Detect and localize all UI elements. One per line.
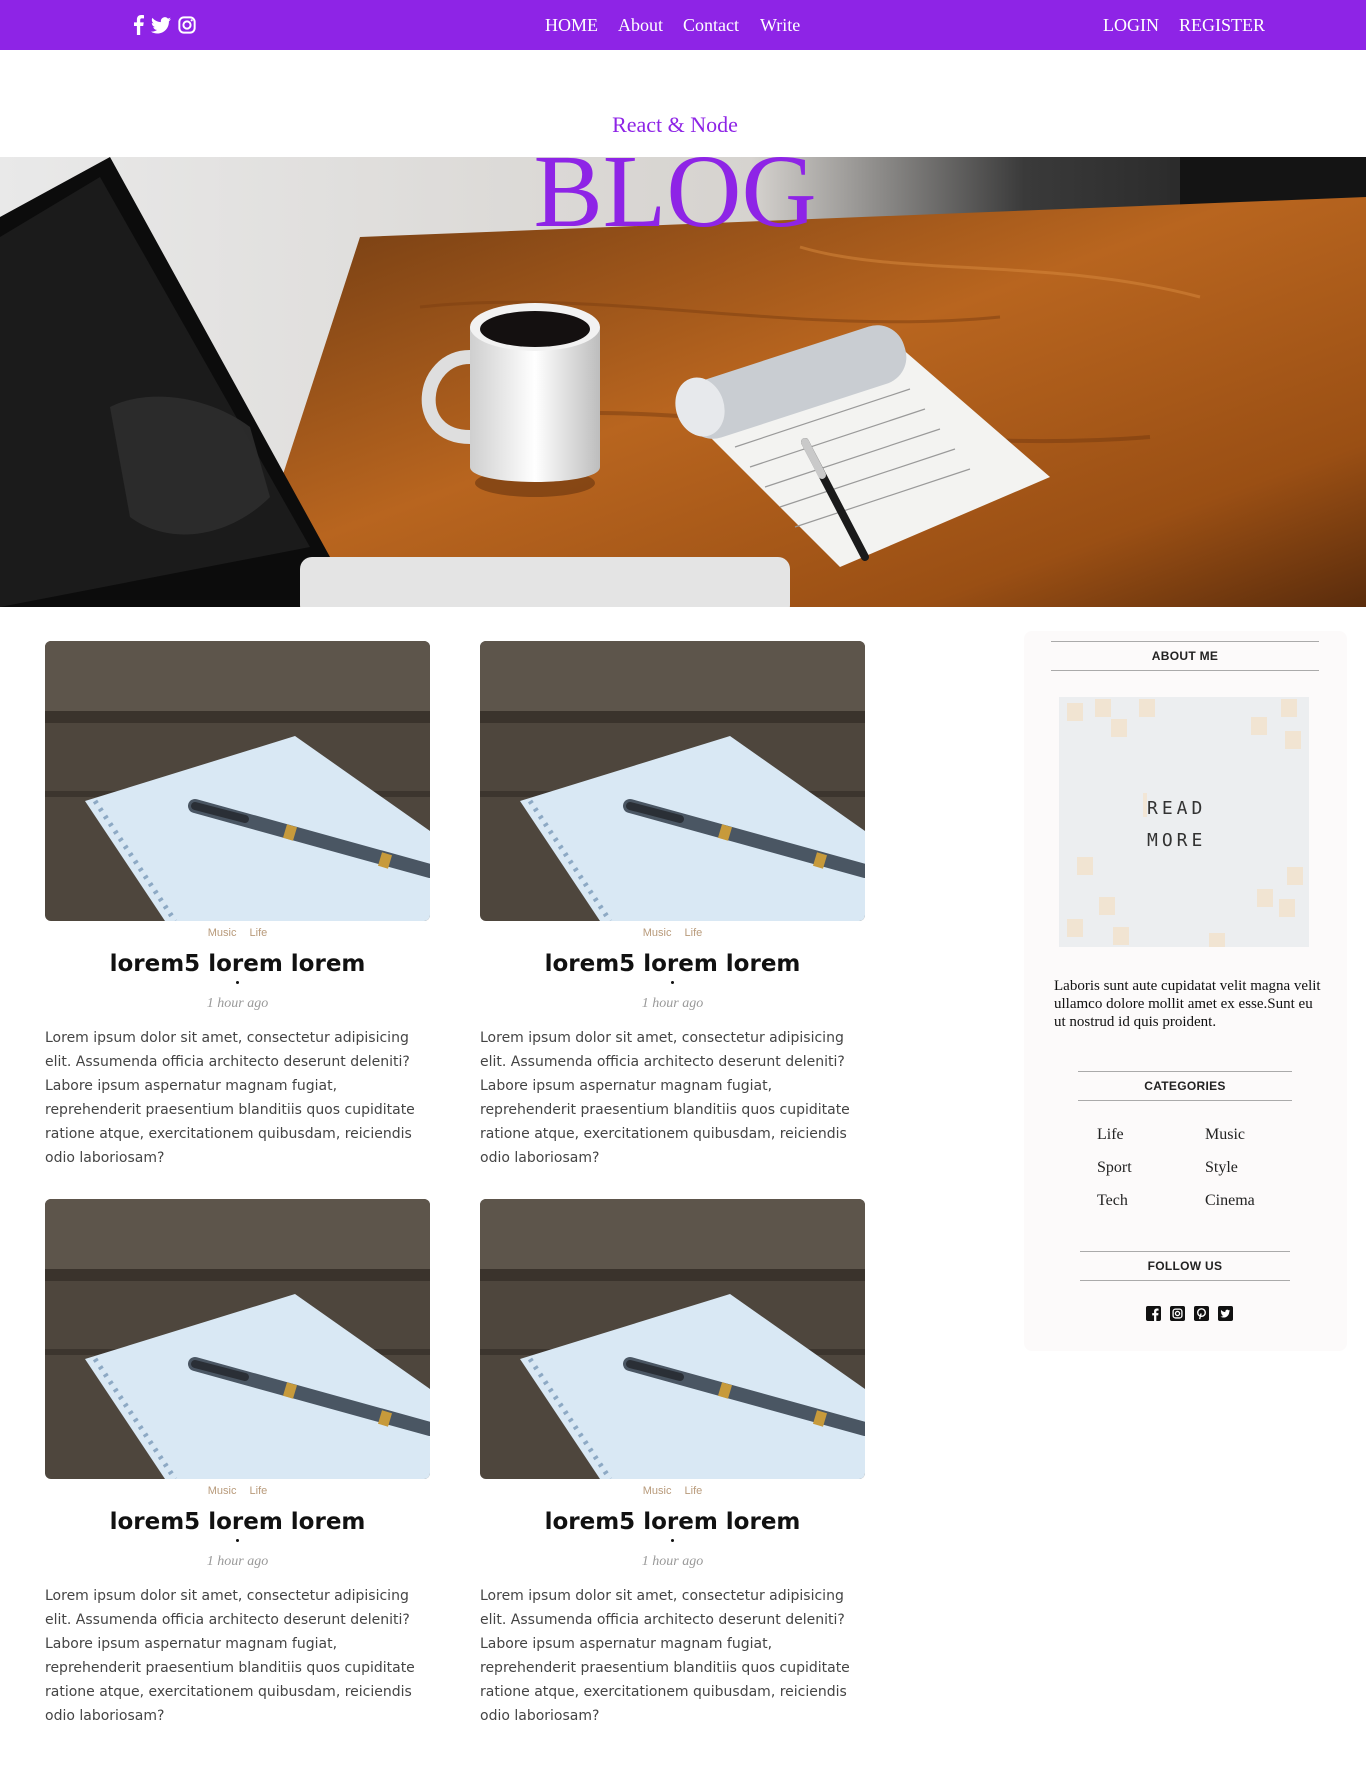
post-card[interactable]: Music Life lorem5 lorem lorem 1 hour ago… [480, 1199, 865, 1728]
post-image[interactable] [480, 1199, 865, 1479]
facebook-square-icon[interactable] [1146, 1306, 1161, 1321]
about-me-image: READ READ MORE [1059, 697, 1309, 947]
post-card[interactable]: Music Life lorem5 lorem lorem 1 hour ago… [45, 1199, 430, 1728]
category-tech[interactable]: Tech [1097, 1192, 1128, 1210]
post-category[interactable]: Life [685, 1485, 703, 1497]
post-title[interactable]: lorem5 lorem lorem [45, 949, 430, 979]
about-me-heading: ABOUT ME [1051, 641, 1319, 671]
register-link[interactable]: REGISTER [1179, 14, 1265, 36]
post-categories: Music Life [45, 927, 430, 941]
divider-dot [671, 981, 674, 984]
category-music[interactable]: Music [1205, 1126, 1245, 1144]
divider-dot [236, 981, 239, 984]
facebook-icon[interactable] [133, 15, 144, 35]
divider-dot [236, 1539, 239, 1542]
post-category[interactable]: Music [208, 927, 237, 939]
image-word-more: MORE [1147, 830, 1207, 851]
category-style[interactable]: Style [1205, 1159, 1238, 1177]
divider-dot [671, 1539, 674, 1542]
post-category[interactable]: Life [250, 1485, 268, 1497]
top-bar: HOME About Contact Write LOGIN REGISTER [0, 0, 1366, 50]
image-word-read: READ [1147, 798, 1207, 819]
nav-home[interactable]: HOME [545, 14, 598, 36]
header-title: BLOG [533, 134, 817, 249]
nav-write[interactable]: Write [760, 14, 800, 36]
about-me-text: Laboris sunt aute cupidatat velit magna … [1054, 978, 1321, 1030]
twitter-square-icon[interactable] [1218, 1306, 1233, 1321]
instagram-icon[interactable] [178, 16, 196, 34]
nav-contact[interactable]: Contact [683, 14, 739, 36]
post-date: 1 hour ago [206, 1554, 269, 1569]
twitter-icon[interactable] [151, 16, 171, 34]
nav-about[interactable]: About [618, 14, 663, 36]
post-category[interactable]: Life [685, 927, 703, 939]
post-category[interactable]: Life [250, 927, 268, 939]
post-date: 1 hour ago [641, 1554, 704, 1569]
category-sport[interactable]: Sport [1097, 1159, 1132, 1177]
pinterest-square-icon[interactable] [1194, 1306, 1209, 1321]
post-category[interactable]: Music [643, 927, 672, 939]
follow-us-heading: FOLLOW US [1080, 1251, 1290, 1281]
follow-icons [1146, 1306, 1233, 1321]
category-cinema[interactable]: Cinema [1205, 1192, 1255, 1210]
post-date: 1 hour ago [641, 996, 704, 1011]
post-card[interactable]: Music Life lorem5 lorem lorem 1 hour ago… [45, 641, 430, 1170]
social-links [133, 0, 196, 50]
post-card[interactable]: Music Life lorem5 lorem lorem 1 hour ago… [480, 641, 865, 1170]
post-description: Lorem ipsum dolor sit amet, consectetur … [480, 1030, 850, 1166]
sidebar: ABOUT ME READ READ MORE [1024, 631, 1347, 1351]
post-categories: Music Life [480, 1485, 865, 1499]
post-category[interactable]: Music [208, 1485, 237, 1497]
post-date: 1 hour ago [206, 996, 269, 1011]
category-life[interactable]: Life [1097, 1126, 1124, 1144]
post-categories: Music Life [45, 1485, 430, 1499]
post-image[interactable] [480, 641, 865, 921]
post-category[interactable]: Music [643, 1485, 672, 1497]
post-description: Lorem ipsum dolor sit amet, consectetur … [480, 1588, 850, 1724]
post-title[interactable]: lorem5 lorem lorem [480, 1507, 865, 1537]
login-link[interactable]: LOGIN [1103, 14, 1159, 36]
post-title[interactable]: lorem5 lorem lorem [480, 949, 865, 979]
post-description: Lorem ipsum dolor sit amet, consectetur … [45, 1588, 415, 1724]
post-image[interactable] [45, 1199, 430, 1479]
post-image[interactable] [45, 641, 430, 921]
categories-heading: CATEGORIES [1078, 1071, 1292, 1101]
post-description: Lorem ipsum dolor sit amet, consectetur … [45, 1030, 415, 1166]
post-categories: Music Life [480, 927, 865, 941]
instagram-square-icon[interactable] [1170, 1306, 1185, 1321]
post-title[interactable]: lorem5 lorem lorem [45, 1507, 430, 1537]
